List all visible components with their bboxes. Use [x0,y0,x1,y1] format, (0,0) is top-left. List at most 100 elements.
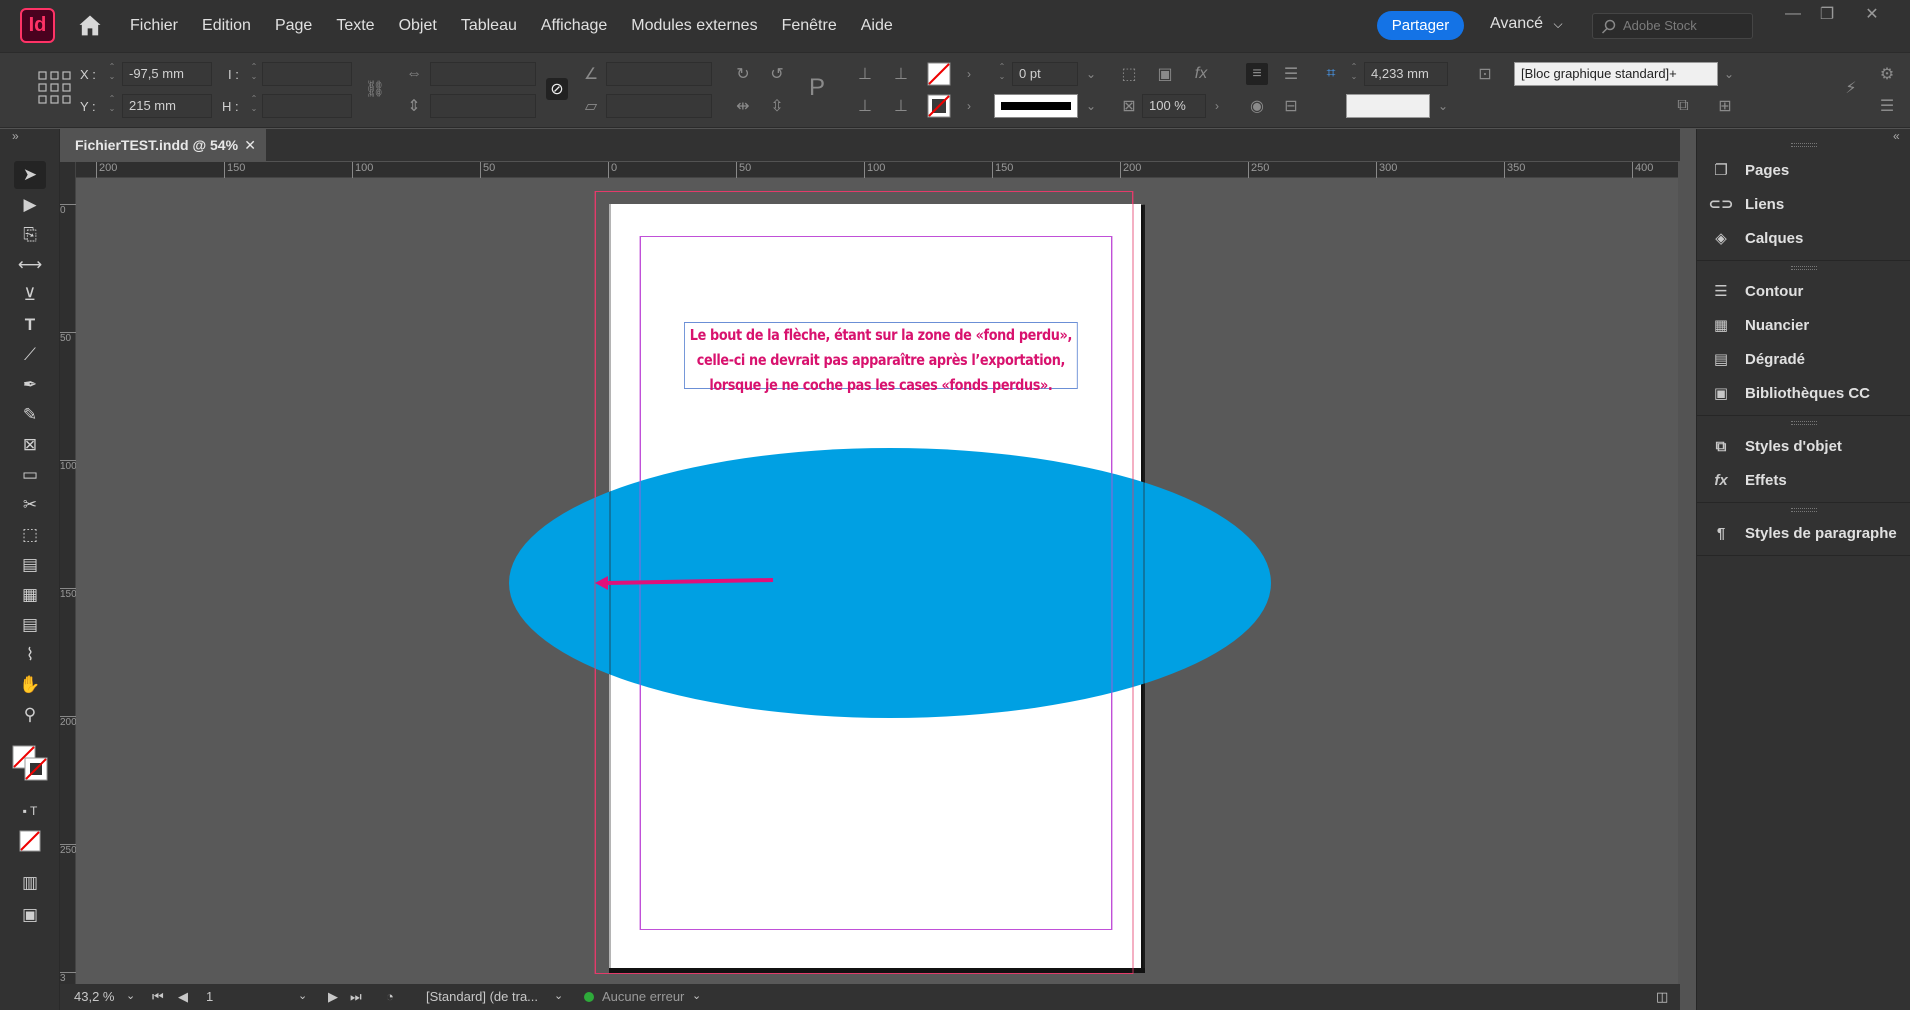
panel-menu-icon[interactable]: ☰ [1876,95,1898,117]
menu-affichage[interactable]: Affichage [529,17,619,35]
zoom-level[interactable]: 43,2 % [74,989,114,1004]
vertical-ruler[interactable]: 0 50 100 150 200 250 3 [60,162,77,984]
eyedropper-tool-icon[interactable]: ⌇ [14,641,46,669]
panel-liens[interactable]: ⊂⊃ Liens [1697,187,1910,221]
height-field[interactable] [262,94,352,118]
panel-effets[interactable]: fx Effets [1697,463,1910,497]
stroke-type-field[interactable] [994,94,1078,118]
note-tool-icon[interactable]: ▤ [14,611,46,639]
panel-grip[interactable] [1791,266,1817,270]
opacity-field[interactable]: 100 % [1142,94,1206,118]
gradient-feather-tool-icon[interactable]: ▦ [14,581,46,609]
panel-calques[interactable]: ◈ Calques [1697,221,1910,255]
select-container-icon[interactable]: ⊥ [854,63,876,85]
last-page-icon[interactable]: ⏭ [350,989,362,1005]
corner-size-stepper[interactable]: ⌃ ⌄ [1348,62,1360,86]
paragraph-direction-icon[interactable]: P [806,74,828,101]
stroke-type-dropdown-icon[interactable]: ⌄ [1080,95,1102,117]
direct-selection-tool-icon[interactable]: ▶ [14,191,46,219]
fitting-content-icon[interactable]: ▣ [1154,63,1176,85]
fitting-frame-icon[interactable]: ⬚ [1118,63,1140,85]
stroke-swatch-icon[interactable] [927,94,951,118]
split-view-icon[interactable]: ◫ [1656,989,1668,1005]
link-icon[interactable]: ⊘ [546,78,568,100]
fill-menu-chevron-icon[interactable]: › [958,63,980,85]
x-field[interactable]: -97,5 mm [122,62,212,86]
corner-size-field[interactable]: 4,233 mm [1364,62,1448,86]
content-aware-fit-icon[interactable]: ⊞ [1714,95,1736,117]
opacity-chevron-icon[interactable]: › [1206,95,1228,117]
selection-tool-icon[interactable]: ➤ [14,161,46,189]
menu-page[interactable]: Page [263,17,324,35]
rectangle-tool-icon[interactable]: ▭ [14,461,46,489]
width-field[interactable] [262,62,352,86]
apply-none-icon[interactable] [14,827,46,855]
object-style-field[interactable]: [Bloc graphique standard]+ [1514,62,1718,86]
select-content-icon[interactable]: ⊥ [854,95,876,117]
close-window-icon[interactable]: ✕ [1852,2,1892,26]
type-tool-icon[interactable]: T [14,311,46,339]
base-style-label[interactable]: [Standard] (de tra... [426,989,538,1004]
formatting-container-icon[interactable]: ▪ T [14,797,46,825]
text-wrap-none-icon[interactable]: ≡ [1246,63,1268,85]
panel-grip[interactable] [1791,143,1817,147]
stroke-weight-dropdown-icon[interactable]: ⌄ [1080,63,1102,85]
y-stepper[interactable]: ⌃ ⌄ [106,94,118,118]
rotation-field[interactable] [606,62,712,86]
scissors-tool-icon[interactable]: ✂ [14,491,46,519]
free-transform-tool-icon[interactable]: ⬚ [14,521,46,549]
menu-tableau[interactable]: Tableau [449,17,529,35]
share-button[interactable]: Partager [1377,11,1464,40]
menu-objet[interactable]: Objet [387,17,449,35]
stroke-weight-stepper[interactable]: ⌃ ⌄ [996,62,1008,86]
style-dropdown-icon[interactable]: ⌄ [554,989,563,1002]
pen-tool-icon[interactable]: ✒ [14,371,46,399]
horizontal-ruler[interactable]: 200 150 100 50 0 50 100 150 200 250 300 … [76,162,1678,178]
hand-tool-icon[interactable]: ✋ [14,671,46,699]
zoom-dropdown-icon[interactable]: ⌄ [126,989,135,1002]
page-dropdown-icon[interactable]: ⌄ [298,989,307,1002]
menu-fenetre[interactable]: Fenêtre [770,17,849,35]
stroke-weight-field[interactable]: 0 pt [1012,62,1078,86]
text-wrap-bbox-icon[interactable]: ☰ [1280,63,1302,85]
flip-vertical-icon[interactable]: ⇳ [766,95,788,117]
workspace-switcher[interactable]: Avancé ⌵ [1490,15,1563,33]
corner-shape-field[interactable] [1346,94,1430,118]
shear-field[interactable] [606,94,712,118]
reference-point-icon[interactable] [38,71,72,105]
gradient-swatch-tool-icon[interactable]: ▤ [14,551,46,579]
x-stepper[interactable]: ⌃ ⌄ [106,62,118,86]
page-tool-icon[interactable]: ⎘ [14,221,46,249]
rotate-ccw-icon[interactable]: ↺ [766,63,788,85]
corner-options-icon[interactable]: ⌗ [1320,63,1342,85]
pencil-tool-icon[interactable]: ✎ [14,401,46,429]
flip-horizontal-icon[interactable]: ⇹ [732,95,754,117]
first-page-icon[interactable]: ⏮ [152,989,164,1005]
fill-stroke-swatches[interactable] [12,745,52,785]
panel-degrade[interactable]: ▤ Dégradé [1697,342,1910,376]
panel-contour[interactable]: ☰ Contour [1697,274,1910,308]
adobe-stock-search[interactable]: Adobe Stock [1592,13,1753,39]
auto-fit-icon[interactable]: ⧉ [1672,95,1694,117]
constrain-proportions-icon[interactable]: ⛓ [364,78,386,100]
y-field[interactable]: 215 mm [122,94,212,118]
fill-none-swatch-icon[interactable] [927,62,951,86]
restore-icon[interactable]: ❐ [1807,2,1847,26]
pasteboard[interactable]: Le bout de la flèche, étant sur la zone … [76,178,1678,984]
corner-shape-dropdown-icon[interactable]: ⌄ [1432,95,1454,117]
expand-panels-icon[interactable]: « [1893,129,1900,143]
page-number[interactable]: 1 [206,989,213,1004]
scale-x-field[interactable] [430,62,536,86]
menu-modules-externes[interactable]: Modules externes [619,17,769,35]
select-next-icon[interactable]: ⊥ [890,63,912,85]
gap-tool-icon[interactable]: ⟷ [14,251,46,279]
prev-page-icon[interactable]: ◀ [178,989,188,1005]
close-tab-icon[interactable]: ✕ [244,129,256,161]
collapse-toolbox-icon[interactable]: » [12,129,19,143]
panel-pages[interactable]: ❐ Pages [1697,153,1910,187]
rotate-cw-icon[interactable]: ↻ [732,63,754,85]
panel-grip[interactable] [1791,421,1817,425]
panel-styles-objet[interactable]: ⧉ Styles d'objet [1697,429,1910,463]
panel-grip[interactable] [1791,508,1817,512]
scale-y-field[interactable] [430,94,536,118]
